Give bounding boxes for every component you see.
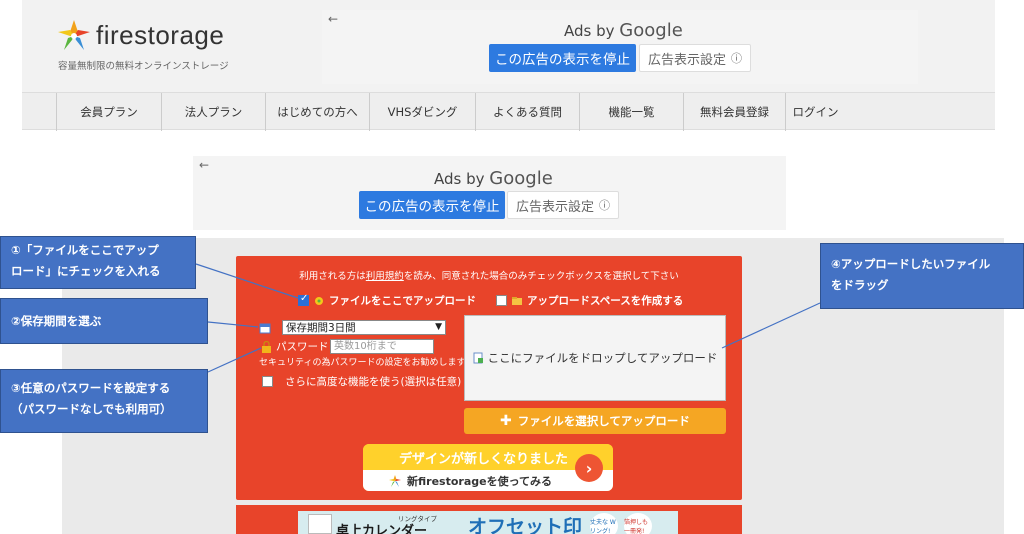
nav-item-features[interactable]: 機能一覧 — [579, 93, 683, 131]
advanced-option[interactable]: さらに高度な機能を使う(選択は任意) — [262, 374, 461, 389]
ads-by-label: Ads by — [564, 22, 615, 40]
upload-here-label: ファイルをここでアップロード — [329, 295, 476, 307]
new-design-promo[interactable]: デザインが新しくなりました 新firestorageを使ってみる › — [363, 444, 613, 491]
ads-by-label: Ads by — [434, 170, 485, 188]
chevron-right-icon[interactable]: › — [575, 454, 603, 482]
storage-period-value: 保存期間3日間 — [286, 322, 356, 334]
ad-settings-label: 広告表示設定 — [647, 52, 726, 68]
dropzone-label: ここにファイルをドロップしてアップロード — [487, 351, 718, 365]
ad-stop-button[interactable]: この広告の表示を停止 — [489, 44, 636, 72]
nav-item-register[interactable]: 無料会員登録 — [683, 93, 785, 131]
password-label: パスワード — [276, 341, 329, 353]
banner-calendar-text: 卓上カレンダー — [336, 524, 428, 534]
callout-1-line-2: ロード」にチェックを入れる — [11, 264, 161, 278]
promo-subtitle: 新firestorageを使ってみる — [407, 474, 553, 488]
terms-link[interactable]: 利用規約 — [366, 271, 404, 282]
banner-badge-ring: 丈夫な Wリング! — [590, 513, 618, 534]
callout-2-text: ②保存期間を選ぶ — [11, 313, 102, 328]
callout-step-4: ④アップロードしたいファイル をドラッグ — [820, 243, 1024, 309]
ad-settings-button[interactable]: 広告表示設定 ⓘ — [507, 191, 619, 219]
nav-item-login[interactable]: ログイン — [785, 93, 845, 131]
advanced-checkbox[interactable] — [262, 376, 273, 387]
file-dropzone[interactable]: ここにファイルをドロップしてアップロード — [464, 315, 726, 401]
flower-icon — [389, 474, 401, 487]
terms-note: 利用される方は利用規約を読み、同意された場合のみチェックボックスを選択して下さい — [236, 268, 742, 282]
google-label: Google — [489, 168, 553, 189]
callout-1-line-1: ①「ファイルをここでアップ — [11, 243, 159, 257]
nav-item-beginners[interactable]: はじめての方へ — [265, 93, 369, 131]
upload-here-checkbox[interactable] — [298, 293, 309, 306]
password-input[interactable]: 英数10桁まで — [330, 339, 434, 354]
logo-flower-icon — [58, 20, 90, 50]
terms-note-pre: 利用される方は — [299, 271, 366, 282]
info-icon: ⓘ — [731, 52, 742, 65]
callout-step-2: ②保存期間を選ぶ — [0, 298, 208, 344]
calendar-ad-banner[interactable]: リングタイプ 卓上カレンダー オフセット印 丈夫な Wリング! 箔押しも 一冊発… — [298, 511, 678, 534]
callout-4-line-1: ④アップロードしたいファイル — [831, 257, 991, 271]
storage-period-select[interactable]: 保存期間3日間 ▼ — [282, 320, 446, 335]
advanced-label: さらに高度な機能を使う(選択は任意) — [285, 376, 462, 388]
chevron-down-icon: ▼ — [435, 322, 442, 332]
nav-item-vhs-dubbing[interactable]: VHSダビング — [369, 93, 475, 131]
main-nav: 会員プラン 法人プラン はじめての方へ VHSダビング よくある質問 機能一覧 … — [22, 92, 995, 131]
banner-badge-foil: 箔押しも 一冊発! — [624, 513, 652, 534]
upload-here-option[interactable]: ファイルをここでアップロード — [298, 293, 476, 308]
logo-tagline: 容量無制限の無料オンラインストレージ — [58, 61, 229, 72]
ads-by-google: Ads by Google — [564, 20, 683, 41]
screen: firestorage 容量無制限の無料オンラインストレージ ← Ads by … — [0, 0, 1024, 534]
calendar-icon — [259, 323, 271, 334]
callout-step-3: ③任意のパスワードを設定する （パスワードなしでも利用可） — [0, 369, 208, 433]
callout-3-line-1: ③任意のパスワードを設定する — [11, 381, 171, 395]
select-file-label: ファイルを選択してアップロード — [517, 414, 690, 428]
nav-item-faq[interactable]: よくある質問 — [475, 93, 579, 131]
ad-settings-label: 広告表示設定 — [515, 199, 594, 215]
ad-stop-button[interactable]: この広告の表示を停止 — [359, 191, 505, 219]
logo-text: firestorage — [96, 20, 225, 50]
select-file-upload-button[interactable]: ✚ ファイルを選択してアップロード — [464, 408, 726, 434]
ad-back-arrow-icon[interactable]: ← — [328, 12, 338, 26]
nav-item-member-plan[interactable]: 会員プラン — [56, 93, 161, 131]
create-space-label: アップロードスペースを作成する — [527, 295, 684, 307]
flower-icon — [315, 296, 323, 305]
terms-note-post: を読み、同意された場合のみチェックボックスを選択して下さい — [403, 271, 679, 282]
nav-item-corporate-plan[interactable]: 法人プラン — [161, 93, 265, 131]
callout-step-1: ①「ファイルをここでアップ ロード」にチェックを入れる — [0, 236, 196, 289]
lock-icon — [262, 341, 271, 353]
site-logo[interactable]: firestorage 容量無制限の無料オンラインストレージ — [56, 14, 256, 74]
info-icon: ⓘ — [599, 199, 610, 212]
google-label: Google — [619, 20, 683, 41]
file-icon — [473, 352, 483, 364]
ad-banner-middle: ← Ads by Google この広告の表示を停止 広告表示設定 ⓘ — [193, 156, 786, 230]
site-header: firestorage 容量無制限の無料オンラインストレージ ← Ads by … — [22, 0, 995, 92]
ad-settings-button[interactable]: 広告表示設定 ⓘ — [639, 44, 751, 72]
create-space-checkbox[interactable] — [496, 295, 507, 306]
ad-banner-top: ← Ads by Google この広告の表示を停止 広告表示設定 ⓘ — [322, 10, 918, 84]
password-hint: セキュリティの為パスワードの設定をお勧めします — [259, 358, 466, 368]
callout-3-line-2: （パスワードなしでも利用可） — [11, 402, 172, 416]
create-space-option[interactable]: アップロードスペースを作成する — [496, 293, 683, 308]
banner-offset-text: オフセット印 — [468, 516, 583, 534]
callout-4-line-2: をドラッグ — [831, 278, 889, 292]
plus-icon: ✚ — [500, 413, 512, 429]
ads-by-google: Ads by Google — [434, 168, 553, 189]
calendar-image — [308, 514, 332, 534]
ad-back-arrow-icon[interactable]: ← — [199, 158, 209, 172]
folder-icon — [512, 296, 522, 305]
